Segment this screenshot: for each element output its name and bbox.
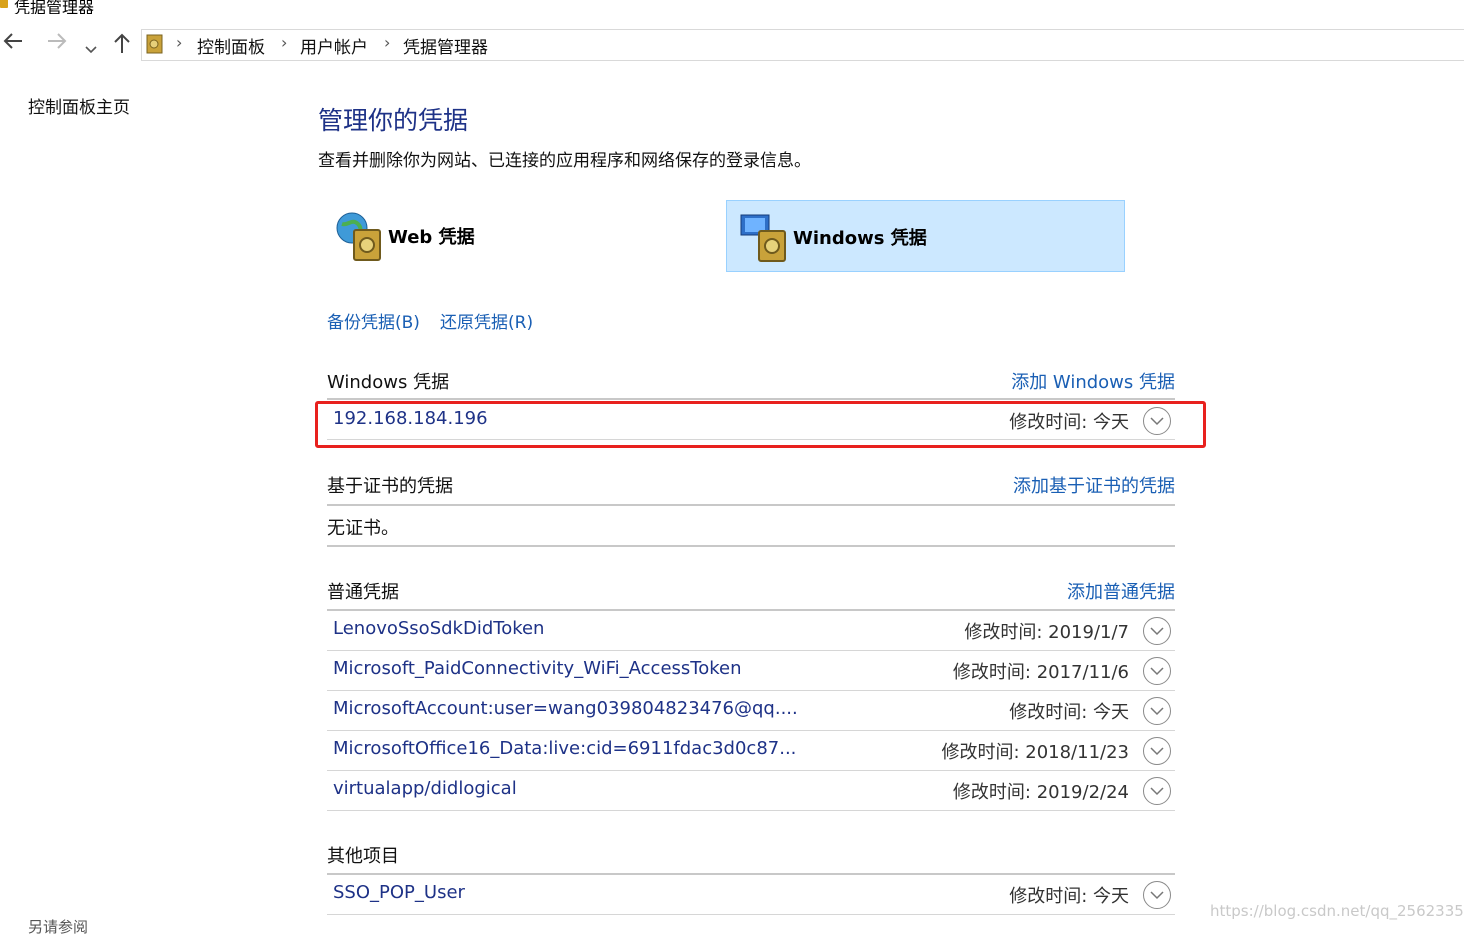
row-divider	[327, 770, 1175, 771]
row-divider	[327, 810, 1175, 811]
row-divider	[327, 690, 1175, 691]
expand-chevron-icon[interactable]	[1143, 697, 1171, 725]
control-panel-icon	[145, 33, 165, 59]
section-divider	[327, 609, 1175, 611]
certificate-credentials-heading: 基于证书的凭据	[327, 476, 453, 497]
section-divider	[327, 873, 1175, 875]
control-panel-home-link[interactable]: 控制面板主页	[28, 93, 130, 118]
credential-name[interactable]: MicrosoftOffice16_Data:live:cid=6911fdac…	[333, 738, 796, 759]
expand-chevron-icon[interactable]	[1143, 777, 1171, 805]
section-divider	[327, 398, 1175, 400]
row-divider	[327, 650, 1175, 651]
windows-credentials-heading: Windows 凭据	[327, 372, 450, 393]
row-divider	[327, 914, 1175, 915]
row-divider	[327, 730, 1175, 731]
generic-credentials-heading: 普通凭据	[327, 582, 399, 603]
credential-manager-icon	[0, 0, 8, 8]
credential-modified: 修改时间: 2019/1/7	[964, 622, 1129, 643]
section-divider	[327, 504, 1175, 506]
credential-name[interactable]: SSO_POP_User	[333, 882, 465, 903]
page-title: 管理你的凭据	[318, 106, 469, 135]
add-generic-credential-link[interactable]: 添加普通凭据	[1067, 578, 1175, 604]
breadcrumb-credential-manager[interactable]: 凭据管理器	[403, 33, 488, 58]
tab-windows-credentials[interactable]: Windows 凭据	[726, 200, 1125, 272]
windows-credential-icon	[739, 211, 789, 267]
page-description: 查看并删除你为网站、已连接的应用程序和网络保存的登录信息。	[318, 151, 811, 171]
recent-dropdown-icon[interactable]	[85, 36, 97, 60]
credential-modified: 修改时间: 今天	[1009, 702, 1129, 723]
breadcrumb-chevron-icon: ›	[281, 33, 288, 52]
restore-credentials-link[interactable]: 还原凭据(R)	[440, 308, 533, 333]
forward-arrow-icon[interactable]	[46, 31, 68, 56]
tab-windows-label: Windows 凭据	[793, 228, 927, 249]
credential-modified: 修改时间: 2019/2/24	[952, 782, 1129, 803]
add-certificate-credential-link[interactable]: 添加基于证书的凭据	[1013, 472, 1175, 498]
other-items-heading: 其他项目	[327, 846, 399, 867]
credential-name[interactable]: LenovoSsoSdkDidToken	[333, 618, 544, 639]
expand-chevron-icon[interactable]	[1143, 737, 1171, 765]
breadcrumb-chevron-icon: ›	[176, 33, 183, 52]
credential-name[interactable]: Microsoft_PaidConnectivity_WiFi_AccessTo…	[333, 658, 742, 679]
breadcrumb-chevron-icon: ›	[384, 33, 391, 52]
expand-chevron-icon[interactable]	[1143, 617, 1171, 645]
tab-web-label: Web 凭据	[388, 227, 475, 248]
credential-modified: 修改时间: 2018/11/23	[941, 742, 1129, 763]
back-arrow-icon[interactable]	[2, 31, 24, 56]
web-credential-icon	[334, 210, 384, 266]
credential-modified: 修改时间: 今天	[1009, 886, 1129, 907]
tab-web-credentials[interactable]: Web 凭据	[326, 200, 724, 272]
breadcrumb-user-accounts[interactable]: 用户帐户	[300, 33, 368, 58]
highlight-box	[315, 401, 1206, 448]
up-arrow-icon[interactable]	[112, 32, 132, 59]
expand-chevron-icon[interactable]	[1143, 881, 1171, 909]
window-title-bar: 凭据管理器	[0, 0, 1464, 14]
credential-name[interactable]: virtualapp/didlogical	[333, 778, 517, 799]
see-also-label: 另请参阅	[28, 918, 89, 936]
add-windows-credential-link[interactable]: 添加 Windows 凭据	[1011, 368, 1175, 394]
breadcrumb-control-panel[interactable]: 控制面板	[197, 33, 265, 58]
backup-credentials-link[interactable]: 备份凭据(B)	[327, 308, 420, 333]
credential-name[interactable]: MicrosoftAccount:user=wang039804823476@q…	[333, 698, 798, 719]
watermark: https://blog.csdn.net/qq_25623355	[1210, 902, 1464, 920]
credential-modified: 修改时间: 2017/11/6	[952, 662, 1129, 683]
section-divider	[327, 545, 1175, 547]
window-title: 凭据管理器	[14, 0, 95, 14]
expand-chevron-icon[interactable]	[1143, 657, 1171, 685]
no-certificates-text: 无证书。	[327, 518, 399, 539]
